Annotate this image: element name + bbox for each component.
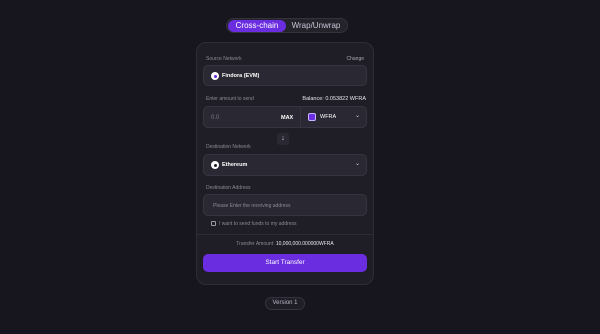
destination-network-select[interactable]: Ethereum ⌄ <box>203 154 367 176</box>
destination-network-name: Ethereum <box>222 162 248 168</box>
amount-label: Enter amount to send <box>206 96 254 102</box>
change-link[interactable]: Change <box>346 56 364 62</box>
tab-cross-chain[interactable]: Cross-chain <box>228 19 286 32</box>
transfer-amount-value: 10,000,000.000000WFRA <box>275 241 334 247</box>
transfer-amount-row: Transfer Amount: 10,000,000.000000WFRA <box>197 241 373 247</box>
amount-input[interactable]: 0.0 <box>211 115 219 121</box>
source-network-label: Source Network <box>206 56 242 62</box>
source-network-select[interactable]: Findora (EVM) <box>203 65 367 86</box>
own-address-checkbox[interactable] <box>211 221 216 226</box>
start-transfer-button[interactable]: Start Transfer <box>203 254 367 272</box>
chevron-down-icon[interactable]: ⌄ <box>355 160 360 167</box>
field-divider <box>300 107 301 127</box>
destination-address-label: Destination Address <box>206 185 251 191</box>
ethereum-network-icon <box>211 161 219 169</box>
arrow-down-icon[interactable]: ↓ <box>277 133 289 145</box>
address-placeholder: Please Enter the receiving address <box>213 203 291 209</box>
source-network-name: Findora (EVM) <box>222 73 260 79</box>
bridge-card: Source Network Change Findora (EVM) Ente… <box>196 42 374 285</box>
destination-network-label: Destination Network <box>206 144 251 150</box>
max-button[interactable]: MAX <box>281 115 293 121</box>
version-badge: Version 1 <box>265 297 305 310</box>
destination-address-input[interactable]: Please Enter the receiving address <box>203 194 367 216</box>
chevron-down-icon[interactable]: ⌄ <box>355 112 360 119</box>
balance-text: Balance: 0.053822 WFRA <box>302 96 366 102</box>
findora-network-icon <box>211 72 219 80</box>
own-address-label: I want to send funds to my address <box>219 221 297 227</box>
tab-wrap-unwrap[interactable]: Wrap/Unwrap <box>286 20 346 32</box>
wfra-token-icon <box>308 113 316 121</box>
token-symbol[interactable]: WFRA <box>320 114 336 120</box>
amount-field: 0.0 MAX WFRA ⌄ <box>203 106 367 128</box>
transfer-amount-label: Transfer Amount: <box>236 241 275 247</box>
mode-tabs: Cross-chain Wrap/Unwrap <box>226 18 348 33</box>
divider <box>197 234 373 235</box>
